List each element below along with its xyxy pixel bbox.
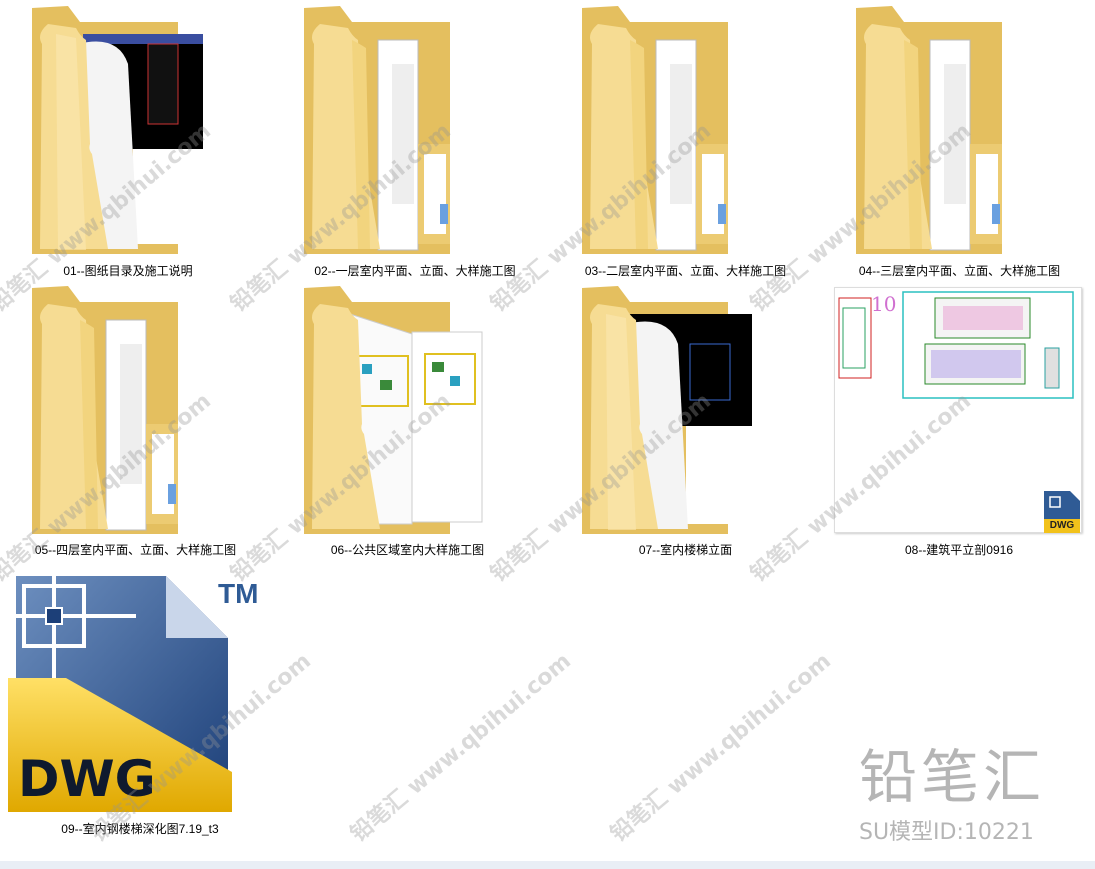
folder-item[interactable]: 02--一层室内平面、立面、大样施工图 xyxy=(300,4,530,284)
dwg-small-badge-icon: DWG xyxy=(1044,491,1080,533)
folder-icon xyxy=(582,6,728,254)
file-label: 09--室内钢楼梯深化图7.19_t3 xyxy=(61,822,219,836)
folder-item[interactable]: 05--四层室内平面、立面、大样施工图 xyxy=(28,284,243,564)
file-label: 04--三层室内平面、立面、大样施工图 xyxy=(858,264,1061,278)
dwg-small-badge-text: DWG xyxy=(1049,520,1075,531)
brand-name: 铅笔汇 xyxy=(858,743,1045,811)
file-label: 07--室内楼梯立面 xyxy=(638,543,733,557)
folder-item[interactable]: 03--二层室内平面、立面、大样施工图 xyxy=(578,4,793,284)
dwg-file-item[interactable]: DWG TM 09--室内钢楼梯深化图7.19_t3 xyxy=(6,572,286,837)
folder-item[interactable]: 06--公共区域室内大样施工图 xyxy=(300,284,515,564)
file-label: 03--二层室内平面、立面、大样施工图 xyxy=(584,264,787,278)
file-label: 05--四层室内平面、立面、大样施工图 xyxy=(34,543,237,557)
folder-item[interactable]: 07--室内楼梯立面 xyxy=(578,284,793,564)
file-label: 01--图纸目录及施工说明 xyxy=(63,264,193,278)
folder-icon xyxy=(32,286,178,534)
folder-icon xyxy=(304,6,450,254)
dwg-file-item[interactable]: 10 DWG 08--建筑平立剖0916 xyxy=(834,287,1084,559)
file-label: 06--公共区域室内大样施工图 xyxy=(330,543,485,557)
trademark-text: TM xyxy=(218,578,259,609)
file-label: 08--建筑平立剖0916 xyxy=(904,543,1014,557)
dwg-big-badge-text: DWG xyxy=(18,750,156,808)
folder-item[interactable]: 04--三层室内平面、立面、大样施工图 xyxy=(852,4,1067,284)
status-strip xyxy=(0,861,1095,869)
model-id: SU模型ID:10221 xyxy=(858,820,1034,845)
folder-icon xyxy=(856,6,1002,254)
brand-watermark: 铅笔汇 SU模型ID:10221 xyxy=(859,730,1045,846)
folder-icon xyxy=(304,286,483,534)
folder-icon xyxy=(582,286,752,534)
file-label: 02--一层室内平面、立面、大样施工图 xyxy=(314,264,516,278)
thumb-number: 10 xyxy=(871,292,897,316)
folder-icon xyxy=(32,6,208,254)
folder-item[interactable]: 01--图纸目录及施工说明 xyxy=(28,4,228,284)
